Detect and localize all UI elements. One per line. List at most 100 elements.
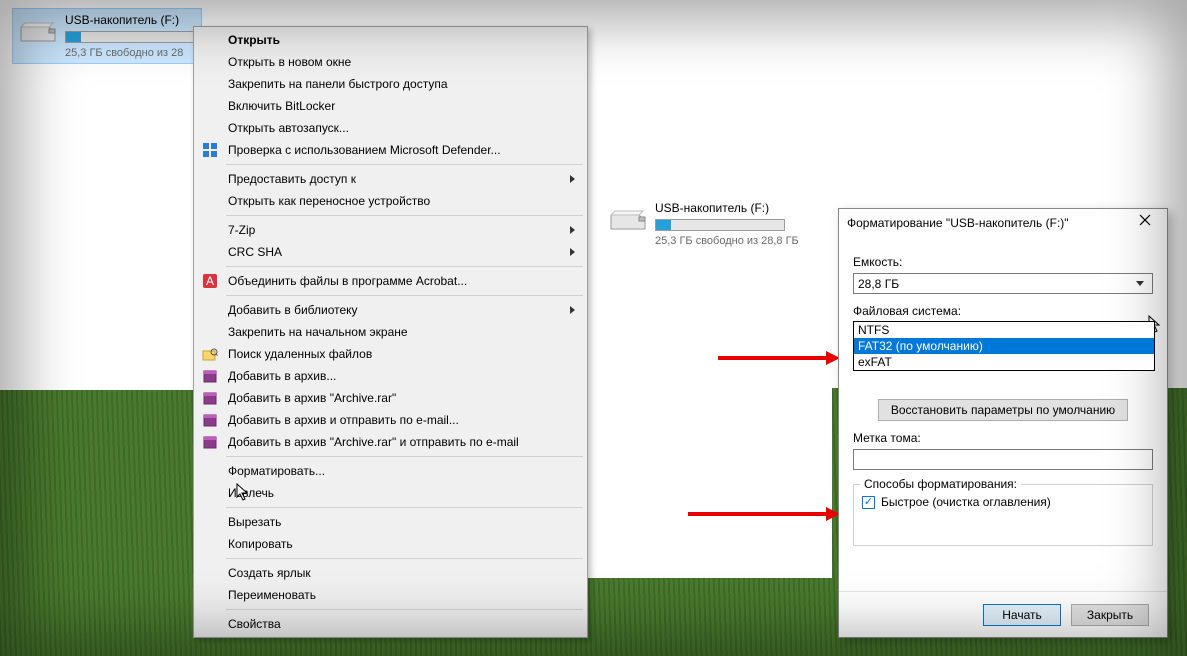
context-menu: Открыть Открыть в новом окне Закрепить н… [193, 26, 588, 638]
restore-defaults-button[interactable]: Восстановить параметры по умолчанию [878, 399, 1128, 421]
ctx-give-access[interactable]: Предоставить доступ к [196, 168, 585, 190]
ctx-bitlocker[interactable]: Включить BitLocker [196, 95, 585, 117]
dialog-title: Форматирование "USB-накопитель (F:)" [847, 216, 1069, 230]
ctx-label: Добавить в архив и отправить по e-mail..… [228, 413, 459, 427]
drive-free-text: 25,3 ГБ свободно из 28,8 ГБ [655, 235, 799, 247]
annotation-arrow-2 [688, 509, 840, 519]
ctx-label: Создать ярлык [228, 566, 311, 580]
acrobat-icon: A [202, 273, 218, 289]
ctx-pin-start[interactable]: Закрепить на начальном экране [196, 321, 585, 343]
ctx-7zip[interactable]: 7-Zip [196, 219, 585, 241]
ctx-label: Добавить в архив "Archive.rar" и отправи… [228, 435, 519, 449]
ctx-separator [226, 164, 583, 165]
ctx-separator [226, 507, 583, 508]
ctx-label: Вырезать [228, 515, 281, 529]
close-dialog-button[interactable]: Закрыть [1071, 604, 1149, 626]
ctx-acrobat-combine[interactable]: A Объединить файлы в программе Acrobat..… [196, 270, 585, 292]
ctx-copy[interactable]: Копировать [196, 533, 585, 555]
button-label: Восстановить параметры по умолчанию [891, 403, 1115, 417]
drive-capacity-fill [66, 32, 81, 42]
quick-format-row[interactable]: ✓ Быстрое (очистка оглавления) [862, 495, 1144, 509]
filesystem-label: Файловая система: [853, 304, 1153, 318]
format-methods-label: Способы форматирования: [860, 477, 1021, 491]
ctx-separator [226, 295, 583, 296]
chevron-right-icon [570, 226, 575, 234]
ctx-separator [226, 609, 583, 610]
ctx-label: Форматировать... [228, 464, 325, 478]
drive-item-plain[interactable]: USB-накопитель (F:) 25,3 ГБ свободно из … [603, 197, 823, 251]
chevron-right-icon [570, 306, 575, 314]
winrar-icon [202, 434, 218, 450]
ctx-label: 7-Zip [228, 223, 255, 237]
ctx-label: Закрепить на начальном экране [228, 325, 408, 339]
fs-option-label: exFAT [858, 355, 892, 369]
ctx-label: Добавить в архив... [228, 369, 336, 383]
ctx-archive-rar-email[interactable]: Добавить в архив "Archive.rar" и отправи… [196, 431, 585, 453]
ctx-properties[interactable]: Свойства [196, 613, 585, 635]
capacity-label: Емкость: [853, 255, 1153, 269]
close-button[interactable] [1131, 212, 1159, 234]
ctx-label: CRC SHA [228, 245, 282, 259]
ctx-label: Открыть [228, 33, 280, 47]
volume-label-input[interactable] [853, 449, 1153, 470]
svg-text:A: A [206, 274, 214, 288]
ctx-label: Закрепить на панели быстрого доступа [228, 77, 448, 91]
chevron-down-icon [1136, 281, 1144, 286]
quick-format-label: Быстрое (очистка оглавления) [881, 495, 1051, 509]
ctx-create-shortcut[interactable]: Создать ярлык [196, 562, 585, 584]
ctx-rename[interactable]: Переименовать [196, 584, 585, 606]
ctx-label: Поиск удаленных файлов [228, 347, 372, 361]
usb-drive-icon [609, 203, 647, 231]
drive-name: USB-накопитель (F:) [65, 13, 195, 27]
drive-text: USB-накопитель (F:) 25,3 ГБ свободно из … [655, 201, 799, 247]
check-icon: ✓ [864, 497, 873, 508]
volume-label-label: Метка тома: [853, 431, 1153, 445]
fs-option-label: FAT32 (по умолчанию) [858, 339, 983, 353]
ctx-open-portable[interactable]: Открыть как переносное устройство [196, 190, 585, 212]
drive-text: USB-накопитель (F:) 25,3 ГБ свободно из … [65, 13, 195, 59]
ctx-label: Открыть автозапуск... [228, 121, 349, 135]
fs-option-fat32[interactable]: FAT32 (по умолчанию) [854, 338, 1154, 354]
ctx-cut[interactable]: Вырезать [196, 511, 585, 533]
ctx-label: Переименовать [228, 588, 316, 602]
winrar-icon [202, 390, 218, 406]
ctx-open-autoplay[interactable]: Открыть автозапуск... [196, 117, 585, 139]
fs-option-ntfs[interactable]: NTFS [854, 322, 1154, 338]
winrar-icon [202, 412, 218, 428]
ctx-label: Извлечь [228, 486, 274, 500]
button-label: Закрыть [1087, 608, 1133, 622]
quick-format-checkbox[interactable]: ✓ [862, 496, 875, 509]
ctx-label: Добавить в архив "Archive.rar" [228, 391, 396, 405]
ctx-separator [226, 215, 583, 216]
format-methods-group: Способы форматирования: ✓ Быстрое (очист… [853, 484, 1153, 546]
capacity-select[interactable]: 28,8 ГБ [853, 273, 1153, 294]
ctx-eject[interactable]: Извлечь [196, 482, 585, 504]
search-folder-icon [202, 346, 218, 362]
ctx-defender-scan[interactable]: Проверка с использованием Microsoft Defe… [196, 139, 585, 161]
ctx-label: Свойства [228, 617, 281, 631]
fs-option-exfat[interactable]: exFAT [854, 354, 1154, 370]
ctx-add-to-archive[interactable]: Добавить в архив... [196, 365, 585, 387]
ctx-format[interactable]: Форматировать... [196, 460, 585, 482]
drive-capacity-bar [655, 219, 785, 231]
ctx-add-to-library[interactable]: Добавить в библиотеку [196, 299, 585, 321]
annotation-arrow-1 [718, 353, 840, 363]
start-button[interactable]: Начать [983, 604, 1061, 626]
ctx-crc-sha[interactable]: CRC SHA [196, 241, 585, 263]
ctx-label: Включить BitLocker [228, 99, 335, 113]
ctx-open[interactable]: Открыть [196, 29, 585, 51]
ctx-add-to-archive-rar[interactable]: Добавить в архив "Archive.rar" [196, 387, 585, 409]
usb-drive-icon [19, 15, 57, 43]
ctx-label: Добавить в библиотеку [228, 303, 358, 317]
chevron-right-icon [570, 248, 575, 256]
dialog-titlebar: Форматирование "USB-накопитель (F:)" [839, 209, 1167, 237]
ctx-open-new-window[interactable]: Открыть в новом окне [196, 51, 585, 73]
ctx-search-deleted[interactable]: Поиск удаленных файлов [196, 343, 585, 365]
filesystem-dropdown: NTFS FAT32 (по умолчанию) exFAT [853, 321, 1155, 371]
dialog-footer: Начать Закрыть [839, 591, 1167, 637]
ctx-separator [226, 456, 583, 457]
drive-item-selected[interactable]: USB-накопитель (F:) 25,3 ГБ свободно из … [12, 8, 202, 64]
ctx-pin-quick-access[interactable]: Закрепить на панели быстрого доступа [196, 73, 585, 95]
ctx-archive-email[interactable]: Добавить в архив и отправить по e-mail..… [196, 409, 585, 431]
fs-option-label: NTFS [858, 323, 889, 337]
